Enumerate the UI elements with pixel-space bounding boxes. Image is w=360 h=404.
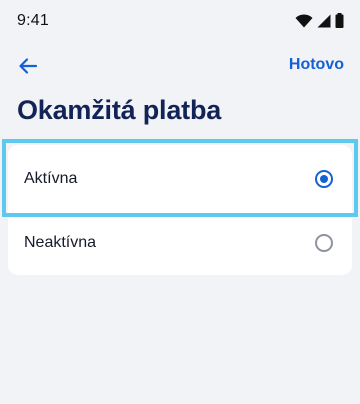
signal-icon: [317, 14, 331, 27]
status-bar: 9:41: [0, 0, 360, 40]
battery-icon: [335, 13, 344, 28]
radio-button[interactable]: [315, 234, 333, 252]
option-label: Aktívna: [24, 170, 78, 187]
status-time: 9:41: [17, 12, 49, 29]
options-card: Aktívna Neaktívna: [8, 145, 352, 275]
option-label: Neaktívna: [24, 234, 97, 251]
status-icons: [295, 13, 344, 28]
option-active[interactable]: Aktívna: [8, 147, 352, 211]
page-title: Okamžitá platba: [17, 95, 222, 125]
arrow-left-icon: [19, 58, 38, 74]
option-inactive[interactable]: Neaktívna: [8, 211, 352, 275]
done-button[interactable]: Hotovo: [289, 56, 344, 74]
wifi-icon: [295, 13, 313, 27]
radio-button[interactable]: [315, 170, 333, 188]
top-bar: Hotovo: [0, 44, 360, 88]
back-button[interactable]: [12, 50, 44, 82]
